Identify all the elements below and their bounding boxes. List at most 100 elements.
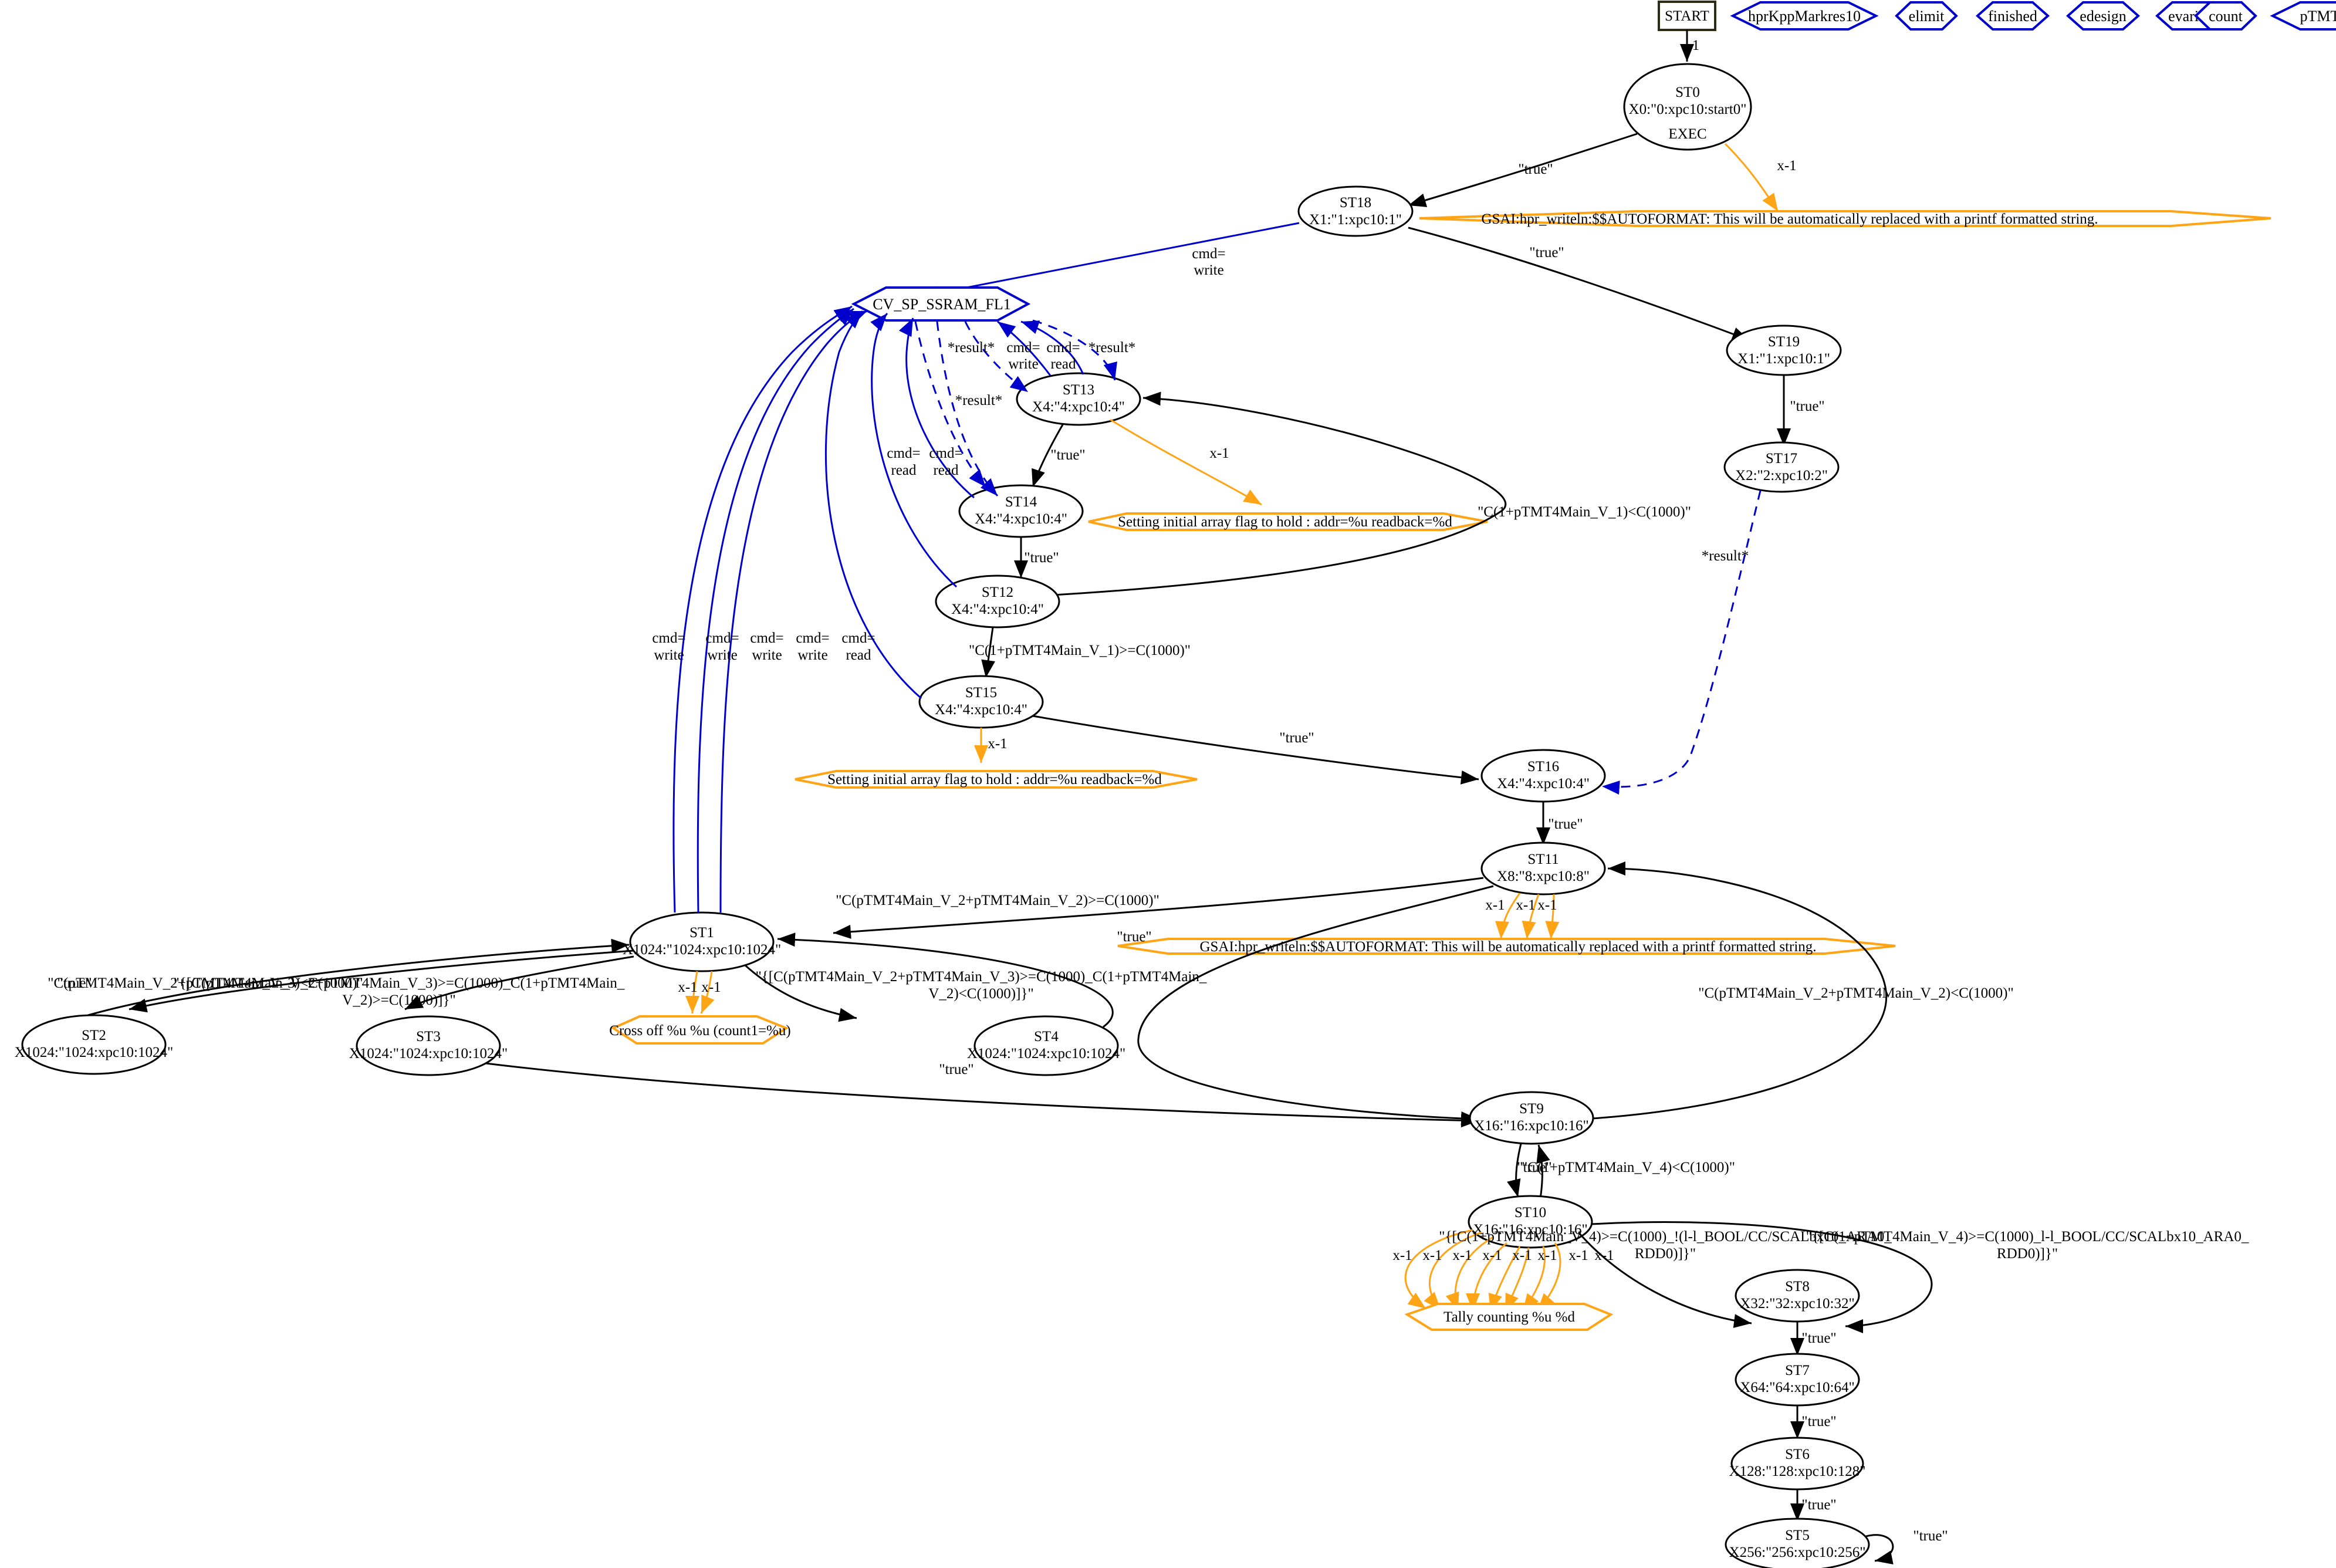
edge-label-result: *result*: [1702, 548, 1749, 564]
state-name: ST12: [982, 584, 1013, 600]
edge-st0-note: [1724, 143, 1779, 212]
state-node-st2[interactable]: ST2 X1024:"1024:xpc10:1024": [15, 1014, 173, 1075]
state-name: ST16: [1527, 759, 1559, 775]
state-sub: X16:"16:xpc10:16": [1474, 1118, 1588, 1134]
state-name: ST7: [1785, 1363, 1810, 1378]
state-sub: X1024:"1024:xpc10:1024": [623, 942, 781, 958]
edge-label-true: "true": [939, 1062, 973, 1077]
note-gsai-mid: GSAI:hpr_writeln:$$AUTOFORMAT: This will…: [1117, 938, 1896, 955]
state-name: ST2: [82, 1028, 106, 1043]
state-sub: X1:"1:xpc10:1": [1309, 212, 1402, 228]
state-name: ST9: [1519, 1101, 1544, 1117]
edge-label-cmd: cmd=: [705, 630, 739, 646]
hexagon-hprkppmarkres10[interactable]: hprKppMarkres10: [1730, 1, 1879, 31]
hexagon-elimit[interactable]: elimit: [1895, 1, 1958, 31]
state-name: ST13: [1063, 382, 1094, 398]
note-tally: Tally counting %u %d: [1404, 1303, 1614, 1331]
note-cross-off: Cross off %u %u (count1=%u): [609, 1015, 791, 1045]
edge-label-cmd2: write: [797, 647, 827, 663]
state-name: ST8: [1785, 1279, 1810, 1295]
edge-label-cmd2: write: [1194, 262, 1223, 278]
state-name: ST10: [1514, 1205, 1546, 1221]
state-node-st14[interactable]: ST14 X4:"4:xpc10:4": [958, 484, 1084, 538]
state-node-st1[interactable]: ST1 X1024:"1024:xpc10:1024": [623, 911, 781, 972]
edge-label-x1: x-1: [1777, 158, 1796, 174]
edge-label-true: "true": [1024, 550, 1059, 566]
edge-st13-note: [1110, 418, 1262, 506]
state-node-st17[interactable]: ST17 X2:"2:xpc10:2": [1723, 441, 1840, 493]
state-node-st5[interactable]: ST5 X256:"256:xpc10:256": [1725, 1518, 1870, 1568]
state-node-st6[interactable]: ST6 X128:"128:xpc10:128": [1729, 1437, 1866, 1491]
edge-label-true: "true": [1529, 245, 1564, 261]
hexagon-finished[interactable]: finished: [1975, 1, 2050, 31]
edge-label-cmd2: write: [707, 647, 737, 663]
state-node-st11[interactable]: ST11 X8:"8:xpc10:8": [1480, 842, 1606, 895]
state-node-st7[interactable]: ST7 X64:"64:xpc10:64": [1735, 1353, 1860, 1407]
edge-st1-ssram-1: [672, 305, 853, 913]
start-node[interactable]: START: [1658, 1, 1716, 31]
state-sub: X32:"32:xpc10:32": [1740, 1296, 1854, 1312]
state-name: ST18: [1340, 195, 1371, 211]
state-node-st0[interactable]: ST0 X0:"0:xpc10:start0" EXEC: [1623, 63, 1752, 151]
note-text: GSAI:hpr_writeln:$$AUTOFORMAT: This will…: [1199, 939, 1816, 955]
edge-label-cond: "C(1+pTMT4Main_V_1)<C(1000)": [1478, 504, 1691, 520]
edge-label-x1: x-1: [678, 979, 697, 995]
note-gsai-top: GSAI:hpr_writeln:$$AUTOFORMAT: This will…: [1419, 210, 2271, 227]
hexagon-edesign[interactable]: edesign: [2065, 1, 2141, 31]
state-sub: X64:"64:xpc10:64": [1740, 1380, 1854, 1395]
edge-label-cond: "C(1+pTMT4Main_V_4)<C(1000)": [1522, 1160, 1735, 1175]
state-sub: X128:"128:xpc10:128": [1729, 1464, 1866, 1479]
state-sub: X1:"1:xpc10:1": [1737, 351, 1830, 367]
state-node-st3[interactable]: ST3 X1024:"1024:xpc10:1024": [349, 1015, 508, 1076]
state-node-st15[interactable]: ST15 X4:"4:xpc10:4": [918, 675, 1044, 729]
state-sub: X4:"4:xpc10:4": [935, 702, 1027, 718]
edge-st15-st16: [1032, 715, 1479, 785]
hexagon-ptmt4[interactable]: pTMT4: [2270, 1, 2336, 31]
edge-label-cmd2: write: [654, 647, 684, 663]
state-node-st18[interactable]: ST18 X1:"1:xpc10:1": [1297, 185, 1414, 237]
edge-label-cond-l1: "{[C(pTMT4Main_V_2+pTMT4Main_V_3)>=C(100…: [174, 975, 625, 991]
state-node-st19[interactable]: ST19 X1:"1:xpc10:1": [1726, 325, 1842, 376]
hexagon-count[interactable]: count: [2194, 1, 2257, 31]
state-node-st4[interactable]: ST4 X1024:"1024:xpc10:1024": [967, 1015, 1125, 1076]
edge-label-cond-l2: RDD0)]}": [1635, 1246, 1696, 1262]
state-sub: X1024:"1024:xpc10:1024": [15, 1045, 173, 1060]
state-sub: X2:"2:xpc10:2": [1735, 468, 1828, 484]
state-node-st13[interactable]: ST13 X4:"4:xpc10:4": [1016, 372, 1141, 426]
edge-label-cmd2: read: [891, 462, 917, 478]
state-name: ST0: [1675, 85, 1700, 100]
edge-label-x1: x-1: [1482, 1248, 1502, 1263]
edge-label-x1: x-1: [1209, 445, 1229, 461]
edge-label-cmd: cmd=: [750, 630, 783, 646]
hexagon-label: hprKppMarkres10: [1748, 8, 1861, 25]
edge-label-true: "true": [1801, 1330, 1836, 1346]
state-extra: EXEC: [1668, 126, 1706, 142]
edge-label-x1: x-1: [1422, 1248, 1442, 1263]
state-node-st16[interactable]: ST16 X4:"4:xpc10:4": [1480, 749, 1606, 803]
state-sub: X8:"8:xpc10:8": [1497, 869, 1590, 884]
edge-label-cond-l1: "{[C(pTMT4Main_V_2+pTMT4Main_V_3)>=C(100…: [756, 969, 1207, 985]
edge-st18-st19: [1408, 227, 1750, 342]
state-sub: X4:"4:xpc10:4": [1032, 399, 1125, 415]
resource-label: CV_SP_SSRAM_FL1: [873, 296, 1011, 313]
state-name: ST17: [1766, 451, 1797, 467]
state-node-st8[interactable]: ST8 X32:"32:xpc10:32": [1735, 1269, 1860, 1323]
note-text: Tally counting %u %d: [1443, 1309, 1575, 1325]
edge-label-result: *result*: [948, 340, 995, 356]
note-text: Setting initial array flag to hold : add…: [827, 772, 1162, 788]
edge-label-true: "true": [1117, 929, 1151, 945]
hexagon-label: elimit: [1909, 8, 1945, 25]
state-name: ST1: [689, 925, 714, 941]
edge-label-x1: x-1: [1537, 897, 1557, 913]
note-text: GSAI:hpr_writeln:$$AUTOFORMAT: This will…: [1481, 211, 2098, 227]
edge-label-cmd: cmd=: [929, 445, 962, 461]
edge-label-x1: x-1: [1392, 1248, 1412, 1263]
state-node-st12[interactable]: ST12 X4:"4:xpc10:4": [935, 575, 1060, 628]
resource-hexagon-ssram[interactable]: CV_SP_SSRAM_FL1: [851, 286, 1031, 322]
edge-label-true: "true": [1801, 1497, 1836, 1513]
edge-label-cmd: cmd=: [796, 630, 829, 646]
note-setting-2: Setting initial array flag to hold : add…: [795, 770, 1198, 789]
state-name: ST6: [1785, 1447, 1810, 1462]
note-setting-1: Setting initial array flag to hold : add…: [1088, 512, 1488, 531]
state-node-st9[interactable]: ST9 X16:"16:xpc10:16": [1469, 1091, 1594, 1145]
